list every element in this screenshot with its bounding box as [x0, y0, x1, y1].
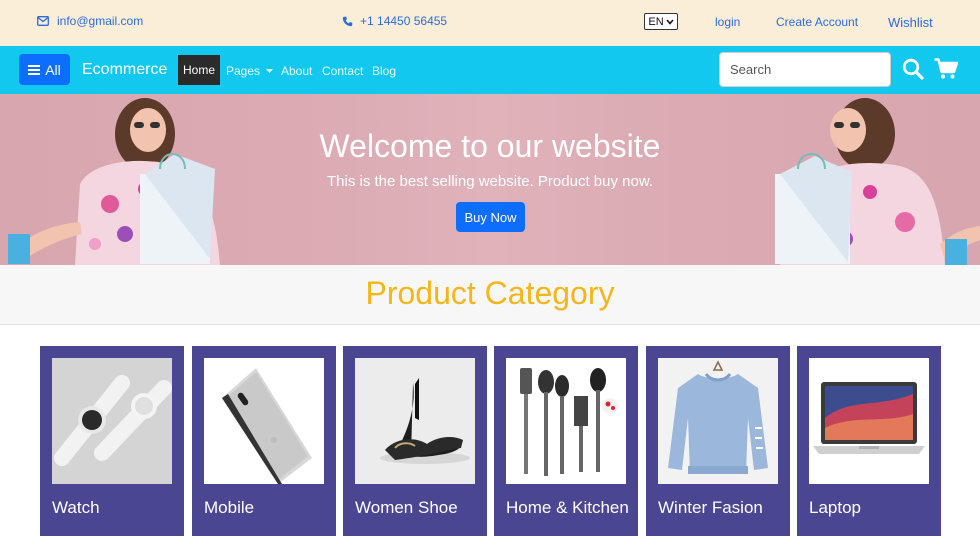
- email-text: info@gmail.com: [57, 14, 144, 28]
- card-label: Laptop: [809, 498, 861, 517]
- hamburger-icon: [28, 64, 41, 75]
- category-card-laptop[interactable]: Laptop: [797, 346, 941, 536]
- nav-contact[interactable]: Contact: [322, 64, 363, 78]
- search-placeholder: Search: [730, 62, 772, 77]
- nav-home[interactable]: Home: [178, 55, 220, 85]
- cart-icon[interactable]: [934, 58, 958, 80]
- laptop-image: [809, 358, 929, 484]
- phone-icon: [342, 16, 353, 26]
- card-label: Winter Fasion: [658, 498, 763, 517]
- card-label: Home & Kitchen: [506, 498, 629, 517]
- search-icon[interactable]: [902, 58, 924, 80]
- card-label: Women Shoe: [355, 498, 458, 517]
- card-image: [809, 358, 929, 484]
- card-image: [658, 358, 778, 484]
- wishlist-link[interactable]: Wishlist: [888, 15, 933, 30]
- create-account-link[interactable]: Create Account: [776, 15, 858, 29]
- category-card-mobile[interactable]: Mobile: [192, 346, 336, 536]
- language-value: EN: [648, 15, 664, 28]
- card-image: [204, 358, 324, 484]
- category-card-watch[interactable]: Watch: [40, 346, 184, 536]
- hero-banner: Welcome to our website This is the best …: [0, 94, 980, 265]
- card-image: [52, 358, 172, 484]
- buy-now-button[interactable]: Buy Now: [456, 202, 525, 232]
- card-label: Mobile: [204, 498, 255, 517]
- language-select[interactable]: EN: [644, 13, 678, 30]
- smartwatch-image: [52, 358, 172, 484]
- category-card-home-kitchen[interactable]: Home & Kitchen: [494, 346, 638, 536]
- nav-about[interactable]: About: [281, 64, 312, 78]
- all-label: All: [45, 61, 61, 78]
- chevron-down-icon: [666, 18, 674, 25]
- card-label: Watch: [52, 498, 100, 517]
- nav-blog[interactable]: Blog: [372, 64, 396, 78]
- sweater-image: [658, 358, 778, 484]
- category-card-winter-fashion[interactable]: Winter Fasion: [646, 346, 790, 536]
- card-image: [355, 358, 475, 484]
- utensils-image: [506, 358, 626, 484]
- phone-text: +1 14450 56455: [360, 14, 448, 28]
- category-header: Product Category: [0, 265, 980, 325]
- card-image: [506, 358, 626, 484]
- email-contact[interactable]: info@gmail.com: [37, 14, 143, 28]
- nav-pages[interactable]: Pages: [226, 64, 274, 78]
- hero-title: Welcome to our website: [319, 128, 661, 164]
- smartphone-image: [204, 358, 324, 484]
- search-input[interactable]: Search: [719, 52, 891, 87]
- hero-subtitle: This is the best selling website. Produc…: [326, 173, 653, 190]
- category-card-women-shoe[interactable]: Women Shoe: [343, 346, 487, 536]
- all-categories-button[interactable]: All: [19, 54, 70, 85]
- brand-logo[interactable]: Ecommerce: [82, 61, 167, 79]
- heels-image: [355, 358, 475, 484]
- caret-down-icon: [266, 69, 274, 74]
- phone-contact[interactable]: +1 14450 56455: [342, 14, 447, 28]
- nav-pages-label: Pages: [226, 64, 261, 78]
- top-bar: info@gmail.com +1 14450 56455 EN login C…: [0, 0, 980, 46]
- login-link[interactable]: login: [715, 15, 740, 29]
- category-title: Product Category: [365, 275, 615, 311]
- envelope-icon: [37, 16, 49, 26]
- main-navbar: All Ecommerce Home Pages About Contact B…: [0, 46, 980, 94]
